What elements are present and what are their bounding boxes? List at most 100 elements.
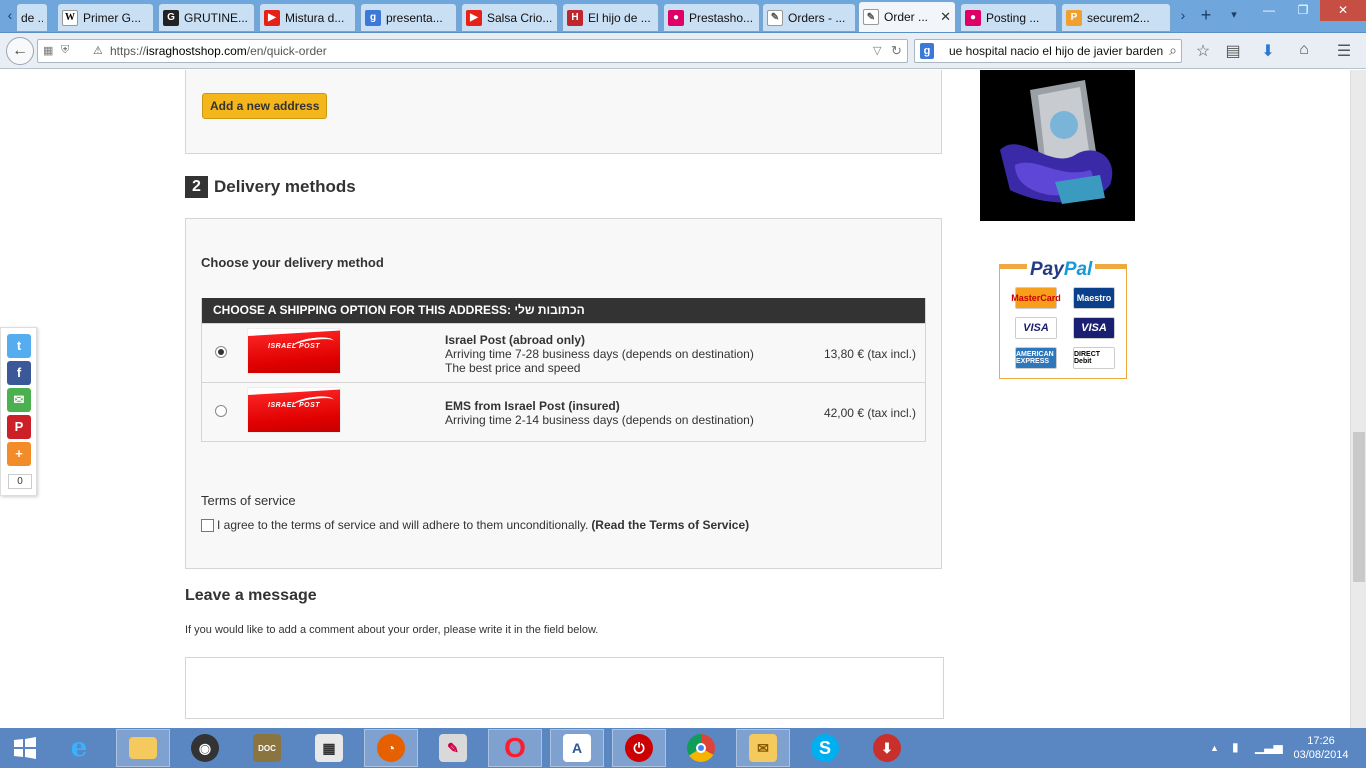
search-input[interactable]: ue hospital nacio el hijo de javier bard… bbox=[949, 44, 1163, 58]
visa-icon: VISA bbox=[1015, 317, 1057, 339]
twitter-icon[interactable]: t bbox=[7, 334, 31, 358]
pinterest-icon[interactable]: P bbox=[7, 415, 31, 439]
scrollbar-thumb[interactable] bbox=[1353, 432, 1365, 582]
download-icon[interactable]: ⬇ bbox=[1258, 41, 1278, 61]
carrier-radio-1[interactable] bbox=[215, 346, 227, 358]
add-new-address-button[interactable]: Add a new address bbox=[202, 93, 328, 119]
step-title: Delivery methods bbox=[214, 177, 356, 196]
page-content: Add a new address 2 Delivery methods Cho… bbox=[0, 70, 1350, 728]
message-textarea[interactable] bbox=[185, 657, 944, 719]
tab-12[interactable]: P securem2... bbox=[1061, 3, 1171, 31]
carrier-name: EMS from Israel Post (insured) bbox=[445, 399, 620, 413]
search-bar[interactable]: g ue hospital nacio el hijo de javier ba… bbox=[914, 39, 1182, 63]
direct-debit-icon: DIRECT Debit bbox=[1073, 347, 1115, 369]
tab-6[interactable]: ▶ Salsa Crio... bbox=[461, 3, 558, 31]
prestashop-icon: ● bbox=[965, 9, 981, 26]
maestro-icon: Maestro bbox=[1073, 287, 1115, 309]
doc-app-taskbar[interactable]: DOC bbox=[240, 729, 294, 767]
mail-icon: ✉ bbox=[749, 734, 777, 762]
tab-3[interactable]: G GRUTINE... bbox=[158, 3, 255, 31]
tab-8[interactable]: ● Prestasho... bbox=[663, 3, 760, 31]
minimize-icon[interactable]: — bbox=[1254, 0, 1284, 21]
youtube-icon: ▶ bbox=[466, 9, 482, 26]
media-app-taskbar[interactable]: ▦ bbox=[302, 729, 356, 767]
tab-scroll-right-icon[interactable]: › bbox=[1175, 0, 1191, 32]
tab-list-icon[interactable]: ▾ bbox=[1224, 0, 1244, 32]
carrier-option-2[interactable]: ISRAEL POST EMS from Israel Post (insure… bbox=[202, 382, 925, 441]
share-icon[interactable]: + bbox=[7, 442, 31, 466]
search-icon[interactable]: ⌕ bbox=[1169, 42, 1177, 59]
url-text[interactable]: https://israghostshop.com/en/quick-order bbox=[110, 44, 327, 58]
facebook-icon[interactable]: f bbox=[7, 361, 31, 385]
tab-4[interactable]: ▶ Mistura d... bbox=[259, 3, 356, 31]
tray-expand-icon[interactable]: ▲ bbox=[1210, 743, 1219, 753]
warning-icon[interactable]: ⚠ bbox=[93, 44, 103, 57]
delivery-panel: Choose your delivery method CHOOSE A SHI… bbox=[185, 218, 942, 569]
speaker-icon: ◉ bbox=[191, 734, 219, 762]
grid-icon[interactable]: ▦ bbox=[43, 44, 53, 57]
paint-palette-icon: ✎ bbox=[439, 734, 467, 762]
firefox-icon: ◔ bbox=[377, 734, 405, 762]
share-count: 0 bbox=[8, 474, 32, 489]
system-clock[interactable]: 17:26 03/08/2014 bbox=[1291, 734, 1351, 762]
news-icon: H bbox=[567, 9, 583, 26]
document-editor-icon: A bbox=[563, 734, 591, 762]
vertical-scrollbar[interactable] bbox=[1350, 70, 1366, 728]
network-alert-icon[interactable]: ▮ bbox=[1232, 740, 1239, 754]
pma-icon: P bbox=[1066, 9, 1082, 26]
opera-taskbar[interactable]: O bbox=[488, 729, 542, 767]
power-app-taskbar[interactable]: ⏻ bbox=[612, 729, 666, 767]
dropdown-icon[interactable]: ▽ bbox=[873, 44, 881, 57]
restore-icon[interactable]: ❐ bbox=[1288, 0, 1318, 21]
terms-checkbox[interactable] bbox=[201, 518, 214, 532]
carrier-option-1[interactable]: ISRAEL POST Israel Post (abroad only) Ar… bbox=[202, 323, 925, 382]
tab-9[interactable]: ✎ Orders - ... bbox=[762, 3, 856, 31]
start-button[interactable] bbox=[0, 729, 50, 767]
file-explorer-taskbar[interactable] bbox=[116, 729, 170, 767]
back-arrow-icon[interactable]: ← bbox=[6, 37, 34, 65]
carrier-info-2: EMS from Israel Post (insured) Arriving … bbox=[445, 399, 754, 427]
tab-2[interactable]: W Primer G... bbox=[57, 3, 154, 31]
home-icon[interactable]: ⌂ bbox=[1294, 41, 1314, 59]
amex-icon: AMERICAN EXPRESS bbox=[1015, 347, 1057, 369]
terms-of-service-title: Terms of service bbox=[201, 493, 296, 508]
reload-icon[interactable]: ↻ bbox=[891, 43, 902, 59]
tab-7[interactable]: H El hijo de ... bbox=[562, 3, 659, 31]
skype-taskbar[interactable]: S bbox=[798, 729, 852, 767]
bookmark-star-icon[interactable]: ☆ bbox=[1193, 41, 1213, 61]
terms-link[interactable]: (Read the Terms of Service) bbox=[591, 518, 749, 532]
tab-close-icon[interactable]: ✕ bbox=[936, 9, 951, 25]
firefox-taskbar[interactable]: ◔ bbox=[364, 729, 418, 767]
paint-taskbar[interactable]: ✎ bbox=[426, 729, 480, 767]
tab-1[interactable]: de ... bbox=[16, 3, 48, 31]
downloader-taskbar[interactable]: ⬇ bbox=[860, 729, 914, 767]
mail-taskbar[interactable]: ✉ bbox=[736, 729, 790, 767]
carrier-radio-2[interactable] bbox=[215, 405, 227, 417]
carrier-info-1: Israel Post (abroad only) Arriving time … bbox=[445, 333, 754, 375]
tab-11[interactable]: ● Posting ... bbox=[960, 3, 1057, 31]
terms-agree-label[interactable]: I agree to the terms of service and will… bbox=[217, 518, 588, 532]
signal-icon[interactable]: ▁▃▅ bbox=[1255, 740, 1283, 754]
mastercard-icon: MasterCard bbox=[1011, 287, 1061, 309]
paypal-payment-box[interactable]: PayPal MasterCard Maestro VISA VISA AMER… bbox=[999, 259, 1127, 379]
product-image[interactable] bbox=[980, 70, 1135, 221]
shield-icon[interactable]: ⛨ bbox=[61, 44, 69, 57]
speaker-app-taskbar[interactable]: ◉ bbox=[178, 729, 232, 767]
menu-icon[interactable]: ☰ bbox=[1334, 41, 1354, 61]
tab-5[interactable]: g presenta... bbox=[360, 3, 457, 31]
tab-10-active[interactable]: ✎ Order ... ✕ bbox=[858, 1, 956, 32]
carrier-name: Israel Post (abroad only) bbox=[445, 333, 586, 347]
editor-taskbar[interactable]: A bbox=[550, 729, 604, 767]
chrome-taskbar[interactable] bbox=[674, 729, 728, 767]
address-panel: Add a new address bbox=[185, 70, 942, 154]
close-window-icon[interactable]: ✕ bbox=[1320, 0, 1366, 21]
prestashop-icon: ● bbox=[668, 9, 684, 26]
url-bar[interactable]: ▦ ⛨ ⚠ https://israghostshop.com/en/quick… bbox=[37, 39, 908, 63]
google-search-engine-icon[interactable]: g bbox=[920, 43, 934, 59]
email-icon[interactable]: ✉ bbox=[7, 388, 31, 412]
skype-icon: S bbox=[811, 734, 839, 762]
new-tab-icon[interactable]: + bbox=[1196, 0, 1216, 32]
internet-explorer-taskbar[interactable]: e bbox=[52, 729, 106, 767]
navigation-bar: ← ▦ ⛨ ⚠ https://israghostshop.com/en/qui… bbox=[0, 33, 1366, 69]
bookmarks-list-icon[interactable]: ▤ bbox=[1223, 41, 1243, 61]
